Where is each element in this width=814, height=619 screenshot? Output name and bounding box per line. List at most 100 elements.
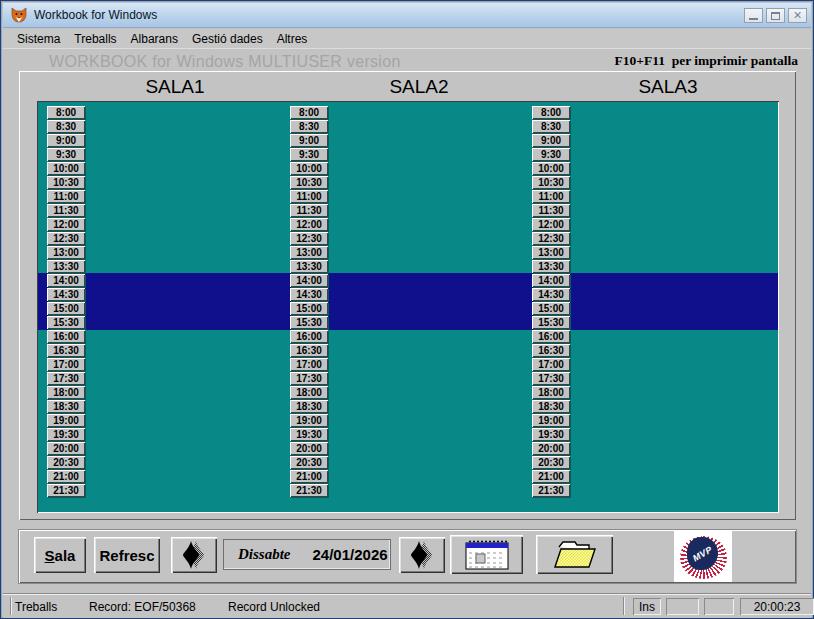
time-slot-button[interactable]: 14:30 bbox=[532, 288, 570, 301]
refresc-button[interactable]: Refresc bbox=[94, 537, 160, 573]
time-column-sala2: 8:008:309:009:3010:0010:3011:0011:3012:0… bbox=[290, 106, 328, 498]
time-slot-button[interactable]: 11:00 bbox=[532, 190, 570, 203]
time-slot-button[interactable]: 12:00 bbox=[532, 218, 570, 231]
time-slot-button[interactable]: 8:00 bbox=[532, 106, 570, 119]
time-slot-button[interactable]: 21:30 bbox=[532, 484, 570, 497]
time-slot-button[interactable]: 16:00 bbox=[47, 330, 85, 343]
time-slot-button[interactable]: 17:00 bbox=[290, 358, 328, 371]
time-slot-button[interactable]: 8:30 bbox=[532, 120, 570, 133]
time-slot-button[interactable]: 20:00 bbox=[290, 442, 328, 455]
time-slot-button[interactable]: 13:00 bbox=[47, 246, 85, 259]
time-slot-button[interactable]: 15:30 bbox=[47, 316, 85, 329]
time-slot-button[interactable]: 19:00 bbox=[290, 414, 328, 427]
time-slot-button[interactable]: 19:30 bbox=[532, 428, 570, 441]
time-slot-button[interactable]: 21:00 bbox=[290, 470, 328, 483]
time-slot-button[interactable]: 9:00 bbox=[290, 134, 328, 147]
time-slot-button[interactable]: 20:00 bbox=[47, 442, 85, 455]
time-slot-button[interactable]: 20:30 bbox=[290, 456, 328, 469]
time-slot-button[interactable]: 13:30 bbox=[532, 260, 570, 273]
time-slot-button[interactable]: 10:00 bbox=[532, 162, 570, 175]
time-slot-button[interactable]: 20:30 bbox=[532, 456, 570, 469]
time-slot-button[interactable]: 8:00 bbox=[290, 106, 328, 119]
time-slot-button[interactable]: 11:30 bbox=[290, 204, 328, 217]
time-slot-button[interactable]: 21:00 bbox=[532, 470, 570, 483]
time-slot-button[interactable]: 9:30 bbox=[532, 148, 570, 161]
time-slot-button[interactable]: 17:00 bbox=[47, 358, 85, 371]
time-slot-button[interactable]: 9:00 bbox=[47, 134, 85, 147]
time-slot-button[interactable]: 9:30 bbox=[290, 148, 328, 161]
time-slot-button[interactable]: 11:00 bbox=[290, 190, 328, 203]
window-title: Workbook for Windows bbox=[34, 8, 157, 22]
time-slot-button[interactable]: 10:30 bbox=[532, 176, 570, 189]
time-slot-button[interactable]: 13:30 bbox=[290, 260, 328, 273]
time-slot-button[interactable]: 12:00 bbox=[290, 218, 328, 231]
menu-item[interactable]: Sistema bbox=[3, 32, 67, 46]
time-slot-button[interactable]: 12:30 bbox=[532, 232, 570, 245]
time-slot-button[interactable]: 16:30 bbox=[290, 344, 328, 357]
time-slot-button[interactable]: 18:00 bbox=[532, 386, 570, 399]
time-slot-button[interactable]: 13:00 bbox=[532, 246, 570, 259]
time-slot-button[interactable]: 17:30 bbox=[532, 372, 570, 385]
time-slot-button[interactable]: 8:30 bbox=[47, 120, 85, 133]
time-slot-button[interactable]: 16:30 bbox=[47, 344, 85, 357]
time-slot-button[interactable]: 12:30 bbox=[290, 232, 328, 245]
previous-day-button[interactable] bbox=[171, 537, 217, 573]
time-slot-button[interactable]: 17:30 bbox=[47, 372, 85, 385]
menu-item[interactable]: Gestió dades bbox=[185, 32, 270, 46]
time-slot-button[interactable]: 13:00 bbox=[290, 246, 328, 259]
time-slot-button[interactable]: 8:30 bbox=[290, 120, 328, 133]
time-slot-button[interactable]: 19:30 bbox=[290, 428, 328, 441]
time-slot-button[interactable]: 18:00 bbox=[290, 386, 328, 399]
time-slot-button[interactable]: 15:30 bbox=[532, 316, 570, 329]
time-slot-button[interactable]: 9:00 bbox=[532, 134, 570, 147]
time-slot-button[interactable]: 14:30 bbox=[47, 288, 85, 301]
time-slot-button[interactable]: 15:00 bbox=[290, 302, 328, 315]
time-slot-button[interactable]: 21:30 bbox=[47, 484, 85, 497]
time-slot-button[interactable]: 14:00 bbox=[532, 274, 570, 287]
time-slot-button[interactable]: 15:00 bbox=[532, 302, 570, 315]
time-slot-button[interactable]: 17:00 bbox=[532, 358, 570, 371]
time-slot-button[interactable]: 14:00 bbox=[47, 274, 85, 287]
time-slot-button[interactable]: 10:00 bbox=[47, 162, 85, 175]
time-slot-button[interactable]: 18:30 bbox=[47, 400, 85, 413]
time-slot-button[interactable]: 20:00 bbox=[532, 442, 570, 455]
time-slot-button[interactable]: 10:30 bbox=[47, 176, 85, 189]
time-slot-button[interactable]: 19:00 bbox=[47, 414, 85, 427]
time-slot-button[interactable]: 14:30 bbox=[290, 288, 328, 301]
time-slot-button[interactable]: 10:30 bbox=[290, 176, 328, 189]
time-slot-button[interactable]: 14:00 bbox=[290, 274, 328, 287]
time-slot-button[interactable]: 20:30 bbox=[47, 456, 85, 469]
time-slot-button[interactable]: 11:30 bbox=[532, 204, 570, 217]
menu-item[interactable]: Albarans bbox=[124, 32, 185, 46]
menu-item[interactable]: Altres bbox=[270, 32, 315, 46]
time-slot-button[interactable]: 11:30 bbox=[47, 204, 85, 217]
time-slot-button[interactable]: 19:00 bbox=[532, 414, 570, 427]
time-slot-button[interactable]: 13:30 bbox=[47, 260, 85, 273]
time-slot-button[interactable]: 15:00 bbox=[47, 302, 85, 315]
time-slot-button[interactable]: 11:00 bbox=[47, 190, 85, 203]
time-slot-button[interactable]: 21:00 bbox=[47, 470, 85, 483]
next-day-button[interactable] bbox=[399, 537, 445, 573]
time-slot-button[interactable]: 18:30 bbox=[532, 400, 570, 413]
menu-item[interactable]: Treballs bbox=[67, 32, 123, 46]
time-slot-button[interactable]: 15:30 bbox=[290, 316, 328, 329]
open-folder-button[interactable] bbox=[536, 535, 613, 574]
time-slot-button[interactable]: 17:30 bbox=[290, 372, 328, 385]
maximize-button[interactable] bbox=[766, 8, 785, 23]
time-slot-button[interactable]: 16:30 bbox=[532, 344, 570, 357]
time-slot-button[interactable]: 9:30 bbox=[47, 148, 85, 161]
time-slot-button[interactable]: 12:30 bbox=[47, 232, 85, 245]
minimize-button[interactable] bbox=[744, 8, 763, 23]
time-slot-button[interactable]: 16:00 bbox=[532, 330, 570, 343]
time-slot-button[interactable]: 18:00 bbox=[47, 386, 85, 399]
time-slot-button[interactable]: 19:30 bbox=[47, 428, 85, 441]
time-slot-button[interactable]: 18:30 bbox=[290, 400, 328, 413]
time-slot-button[interactable]: 12:00 bbox=[47, 218, 85, 231]
close-button[interactable]: × bbox=[788, 8, 807, 23]
time-slot-button[interactable]: 10:00 bbox=[290, 162, 328, 175]
calendar-button[interactable] bbox=[450, 535, 523, 574]
time-slot-button[interactable]: 16:00 bbox=[290, 330, 328, 343]
time-slot-button[interactable]: 21:30 bbox=[290, 484, 328, 497]
sala-button[interactable]: Sala bbox=[34, 537, 86, 573]
time-slot-button[interactable]: 8:00 bbox=[47, 106, 85, 119]
